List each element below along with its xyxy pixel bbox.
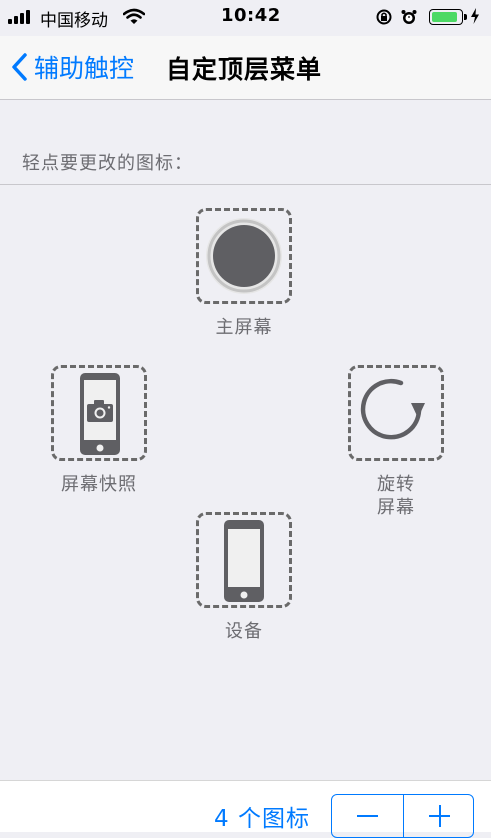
menu-slot-screenshot[interactable]: 屏幕快照	[49, 365, 149, 496]
slot-label: 旋转 屏幕	[377, 474, 415, 518]
divider	[0, 184, 491, 185]
bottom-bar: 4 个图标	[0, 780, 491, 838]
slot-label: 屏幕快照	[61, 474, 137, 495]
charging-bolt-icon	[471, 8, 479, 24]
wifi-icon	[123, 8, 145, 24]
icon-frame	[348, 365, 444, 461]
icon-frame	[51, 365, 147, 461]
home-button-icon	[206, 218, 282, 294]
menu-slot-home[interactable]: 主屏幕	[194, 208, 294, 339]
status-time: 10:42	[221, 5, 281, 26]
slot-label: 主屏幕	[215, 317, 273, 338]
status-bar: 中国移动 10:42	[0, 0, 491, 36]
slot-label: 设备	[225, 621, 263, 642]
chevron-left-icon	[12, 53, 27, 81]
icon-count-label: 4 个图标	[214, 806, 310, 832]
carrier-name: 中国移动	[40, 11, 108, 31]
menu-slot-rotate-screen[interactable]: 旋转 屏幕	[344, 365, 448, 519]
icon-frame	[196, 208, 292, 304]
orientation-lock-and-alarm-icons	[376, 9, 417, 25]
minus-icon	[357, 815, 378, 817]
back-button[interactable]: 辅助触控	[10, 48, 134, 86]
screenshot-icon	[80, 373, 120, 455]
back-button-label: 辅助触控	[34, 54, 135, 83]
menu-slot-device[interactable]: 设备	[194, 512, 294, 643]
rotate-screen-icon	[360, 378, 425, 440]
navigation-bar: 辅助触控 自定顶层菜单	[0, 36, 491, 100]
page-title: 自定顶层菜单	[166, 55, 323, 84]
battery-icon	[429, 9, 467, 25]
icon-frame	[196, 512, 292, 608]
instruction-text: 轻点要更改的图标：	[22, 153, 193, 174]
device-icon	[224, 520, 264, 602]
icon-count-stepper[interactable]	[331, 794, 474, 838]
